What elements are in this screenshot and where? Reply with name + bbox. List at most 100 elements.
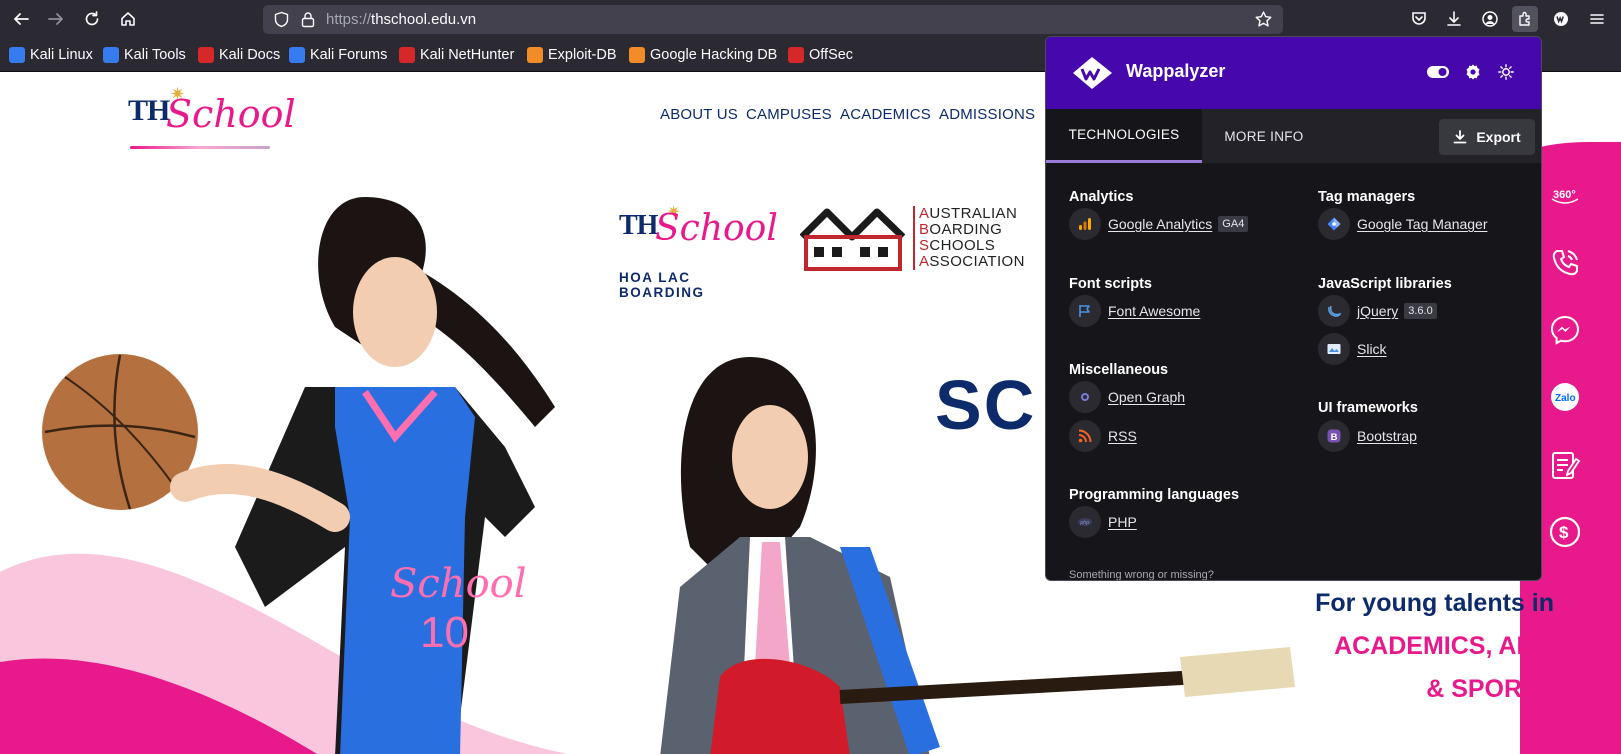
wappalyzer-extension-button[interactable] — [1548, 6, 1574, 32]
tech-name[interactable]: Slick — [1357, 341, 1387, 357]
wappalyzer-tabs: TECHNOLOGIES MORE INFO Export — [1046, 109, 1541, 163]
settings-button[interactable] — [1462, 61, 1484, 83]
svg-text:360°: 360° — [1553, 189, 1576, 201]
bookmark-kali-forums[interactable]: Kali Forums — [289, 46, 387, 64]
bootstrap-icon: B — [1318, 420, 1350, 452]
bookmark-label: Kali NetHunter — [420, 47, 515, 63]
export-button[interactable]: Export — [1439, 119, 1535, 155]
bookmark-kali-linux[interactable]: Kali Linux — [9, 46, 93, 64]
bookmark-label: OffSec — [809, 47, 854, 63]
hotline-button[interactable] — [1545, 243, 1585, 283]
nav-about-us[interactable]: ABOUT US — [660, 106, 738, 123]
forward-button[interactable] — [43, 6, 69, 32]
open-graph-icon — [1069, 381, 1101, 413]
home-icon — [121, 12, 135, 26]
bookmark-star-icon[interactable] — [1254, 10, 1273, 29]
tech-jquery[interactable]: jQuery 3.6.0 — [1318, 295, 1437, 327]
tech-name[interactable]: RSS — [1108, 428, 1137, 444]
category-ui-frameworks: UI frameworks — [1318, 400, 1418, 416]
tech-name[interactable]: Font Awesome — [1108, 303, 1200, 319]
slick-icon — [1318, 333, 1350, 365]
nav-academics[interactable]: ACADEMICS — [840, 106, 931, 123]
extensions-button[interactable] — [1512, 6, 1538, 32]
menu-button[interactable] — [1584, 6, 1610, 32]
tech-name[interactable]: Open Graph — [1108, 389, 1185, 405]
font-awesome-icon — [1069, 295, 1101, 327]
site-logo[interactable]: ✷ TH School — [126, 84, 296, 154]
tech-name[interactable]: jQuery — [1357, 303, 1398, 319]
tech-open-graph[interactable]: Open Graph — [1069, 381, 1185, 413]
messenger-button[interactable] — [1545, 310, 1585, 350]
url-bar[interactable]: https://thschool.edu.vn — [263, 5, 1283, 34]
tech-name[interactable]: PHP — [1108, 514, 1137, 530]
form-icon — [1552, 452, 1581, 479]
bookmark-label: Exploit-DB — [548, 47, 617, 63]
svg-text:10: 10 — [420, 608, 469, 657]
kali-tools-icon — [103, 47, 119, 63]
exploit-db-icon — [527, 47, 543, 63]
bookmark-kali-nethunter[interactable]: Kali NetHunter — [399, 46, 514, 64]
account-button[interactable] — [1477, 6, 1503, 32]
absa-line: SCHOOLS — [919, 238, 1025, 254]
tech-slick[interactable]: Slick — [1318, 333, 1387, 365]
back-button[interactable] — [8, 6, 34, 32]
dollar-icon: $ — [1549, 516, 1581, 548]
feedback-link[interactable]: Something wrong or missing? — [1069, 569, 1214, 580]
forward-arrow-icon — [48, 13, 63, 25]
downloads-button[interactable] — [1441, 6, 1467, 32]
google-analytics-icon — [1069, 208, 1101, 240]
url-scheme: https:// — [326, 11, 372, 28]
pocket-button[interactable] — [1406, 6, 1432, 32]
zalo-icon: Zalo — [1551, 383, 1579, 411]
theme-button[interactable] — [1495, 61, 1517, 83]
url-text[interactable]: https://thschool.edu.vn — [326, 11, 476, 28]
nav-campuses[interactable]: CAMPUSES — [746, 106, 832, 123]
category-font-scripts: Font scripts — [1069, 276, 1152, 292]
home-button[interactable] — [115, 6, 141, 32]
svg-text:B: B — [1331, 432, 1338, 443]
absa-word: USTRALIAN — [929, 205, 1018, 222]
tracking-shield-icon[interactable] — [273, 11, 290, 28]
absa-line: ASSOCIATION — [919, 254, 1025, 270]
tuition-button[interactable]: $ — [1545, 512, 1585, 552]
tech-font-awesome[interactable]: Font Awesome — [1069, 295, 1200, 327]
bookmark-kali-tools[interactable]: Kali Tools — [103, 46, 186, 64]
register-form-button[interactable] — [1545, 445, 1585, 485]
jquery-icon — [1318, 295, 1350, 327]
tech-name[interactable]: Bootstrap — [1357, 428, 1417, 444]
logo2-th: TH — [619, 210, 658, 241]
nav-admissions[interactable]: ADMISSIONS — [939, 106, 1035, 123]
bookmark-exploit-db[interactable]: Exploit-DB — [527, 46, 617, 64]
zalo-button[interactable]: Zalo — [1545, 377, 1585, 417]
google-tag-manager-icon — [1318, 208, 1350, 240]
wappalyzer-popup: Wappalyzer TECHNOLOGIES MORE INFO Export… — [1045, 36, 1542, 581]
browser-toolbar: https://thschool.edu.vn — [0, 0, 1621, 38]
tech-google-analytics[interactable]: Google Analytics GA4 — [1069, 208, 1249, 240]
hero-heading-partial: SC — [935, 366, 1037, 444]
tech-name[interactable]: Google Analytics — [1108, 216, 1212, 232]
lock-icon[interactable] — [300, 11, 316, 28]
bookmark-kali-docs[interactable]: Kali Docs — [198, 46, 280, 64]
bookmark-google-hacking-db[interactable]: Google Hacking DB — [629, 46, 777, 64]
tech-bootstrap[interactable]: B Bootstrap — [1318, 420, 1417, 452]
tab-technologies[interactable]: TECHNOLOGIES — [1046, 109, 1202, 163]
hoa-lac-boarding-label: HOA LAC BOARDING — [619, 270, 705, 300]
tech-name[interactable]: Google Tag Manager — [1357, 216, 1488, 232]
bookmark-label: Kali Tools — [124, 47, 186, 63]
absa-line: AUSTRALIAN — [919, 206, 1025, 222]
wappalyzer-logo-icon — [1073, 57, 1112, 89]
tab-more-info[interactable]: MORE INFO — [1202, 109, 1326, 163]
toggle-switch[interactable] — [1427, 61, 1449, 83]
pocket-icon — [1412, 12, 1426, 25]
tech-php[interactable]: php PHP — [1069, 506, 1137, 538]
reload-button[interactable] — [79, 6, 105, 32]
export-label: Export — [1476, 129, 1521, 145]
svg-text:php: php — [1079, 520, 1089, 526]
tour-360-button[interactable]: 360° — [1545, 175, 1585, 215]
tech-google-tag-manager[interactable]: Google Tag Manager — [1318, 208, 1488, 240]
reload-icon — [85, 11, 99, 26]
tech-rss[interactable]: RSS — [1069, 420, 1137, 452]
account-icon — [1482, 11, 1498, 27]
bookmark-offsec[interactable]: OffSec — [788, 46, 853, 64]
absa-initial: A — [919, 205, 930, 222]
